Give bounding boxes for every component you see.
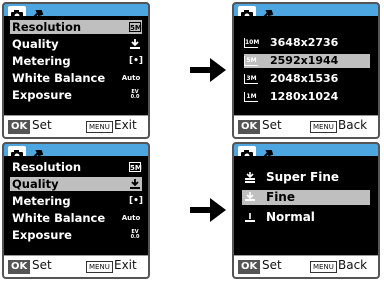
footer: OK Set MENU Back bbox=[234, 115, 378, 137]
tab-bar bbox=[4, 4, 148, 20]
resolution-value: 3648x2736 bbox=[270, 36, 339, 49]
ok-button[interactable]: OK bbox=[8, 260, 31, 274]
screen-menu-quality: Resolution 5M Quality Metering [•] White… bbox=[2, 142, 150, 279]
back-label: Back bbox=[338, 258, 368, 272]
menu-item-quality[interactable]: Quality bbox=[10, 37, 142, 51]
menu-item-exposure[interactable]: Exposure EV 0.0 bbox=[10, 228, 142, 242]
exposure-icon: EV 0.0 bbox=[130, 89, 140, 100]
ok-button[interactable]: OK bbox=[238, 260, 261, 274]
menu-item-label: Quality bbox=[12, 177, 59, 191]
resolution-badge-icon: 3M bbox=[244, 74, 258, 84]
ok-button[interactable]: OK bbox=[8, 120, 31, 134]
menu-item-white-balance[interactable]: White Balance Auto bbox=[10, 211, 142, 225]
menu-item-white-balance[interactable]: White Balance Auto bbox=[10, 71, 142, 85]
menu-item-exposure[interactable]: Exposure EV 0.0 bbox=[10, 88, 142, 102]
quality-icon bbox=[129, 179, 141, 189]
ok-button[interactable]: OK bbox=[238, 120, 261, 134]
resolution-option[interactable]: 1M 1280x1024 bbox=[244, 90, 370, 104]
menu-item-label: Exposure bbox=[12, 88, 72, 102]
quality-list: Super Fine Fine Normal bbox=[236, 156, 376, 255]
metering-icon: [•] bbox=[129, 56, 143, 66]
menu-button[interactable]: MENU bbox=[86, 121, 113, 133]
metering-icon: [•] bbox=[129, 196, 143, 206]
arrow-right-icon bbox=[190, 198, 226, 222]
footer: OK Set MENU Back bbox=[234, 255, 378, 277]
exit-label: Exit bbox=[114, 258, 137, 272]
resolution-list: 10M 3648x2736 5M 2592x1944 3M 2048x1536 … bbox=[236, 16, 376, 115]
footer: OK Set MENU Exit bbox=[4, 255, 148, 277]
arrow-right-icon bbox=[190, 58, 226, 82]
resolution-badge-icon: 10M bbox=[244, 38, 260, 48]
quality-value: Fine bbox=[266, 190, 295, 204]
menu-item-resolution[interactable]: Resolution 5M bbox=[10, 160, 142, 174]
menu-item-label: Metering bbox=[12, 54, 71, 68]
back-label: Back bbox=[338, 118, 368, 132]
screen-resolution-options: 10M 3648x2736 5M 2592x1944 3M 2048x1536 … bbox=[232, 2, 380, 139]
menu-item-resolution[interactable]: Resolution 5M bbox=[10, 20, 142, 34]
menu-item-quality[interactable]: Quality bbox=[10, 177, 142, 191]
quality-option-selected[interactable]: Fine bbox=[242, 190, 370, 205]
menu-item-label: White Balance bbox=[12, 211, 106, 225]
set-label: Set bbox=[32, 118, 52, 132]
set-label: Set bbox=[262, 258, 282, 272]
menu-item-label: Exposure bbox=[12, 228, 72, 242]
menu-button[interactable]: MENU bbox=[310, 121, 337, 133]
white-balance-icon: Auto bbox=[121, 214, 141, 222]
menu-item-label: Resolution bbox=[12, 20, 82, 34]
menu-button[interactable]: MENU bbox=[86, 261, 113, 273]
menu-item-label: Metering bbox=[12, 194, 71, 208]
normal-icon bbox=[244, 212, 256, 223]
quality-value: Super Fine bbox=[266, 170, 340, 184]
resolution-badge-icon: 5M bbox=[244, 56, 258, 66]
quality-icon bbox=[129, 39, 141, 49]
quality-value: Normal bbox=[266, 210, 315, 224]
menu-item-label: Resolution bbox=[12, 160, 82, 174]
menu-list: Resolution 5M Quality Metering [•] White… bbox=[6, 16, 146, 115]
quality-option[interactable]: Super Fine bbox=[242, 170, 370, 185]
set-label: Set bbox=[262, 118, 282, 132]
fine-icon bbox=[244, 192, 256, 203]
exit-label: Exit bbox=[114, 118, 137, 132]
menu-item-label: White Balance bbox=[12, 71, 106, 85]
screen-menu-resolution: Resolution 5M Quality Metering [•] White… bbox=[2, 2, 150, 139]
resolution-value: 2592x1944 bbox=[270, 54, 339, 67]
resolution-value: 2048x1536 bbox=[270, 72, 339, 85]
tab-bar bbox=[234, 144, 378, 160]
tab-bar bbox=[234, 4, 378, 20]
resolution-badge-icon: 1M bbox=[244, 92, 258, 102]
white-balance-icon: Auto bbox=[121, 74, 141, 82]
resolution-value: 1280x1024 bbox=[270, 90, 339, 103]
resolution-option[interactable]: 3M 2048x1536 bbox=[244, 72, 370, 86]
resolution-option[interactable]: 10M 3648x2736 bbox=[244, 36, 370, 50]
menu-item-label: Quality bbox=[12, 37, 59, 51]
set-label: Set bbox=[32, 258, 52, 272]
footer: OK Set MENU Exit bbox=[4, 115, 148, 137]
menu-button[interactable]: MENU bbox=[310, 261, 337, 273]
menu-item-metering[interactable]: Metering [•] bbox=[10, 54, 143, 68]
tab-bar bbox=[4, 144, 148, 160]
menu-list: Resolution 5M Quality Metering [•] White… bbox=[6, 156, 146, 255]
screen-quality-options: Super Fine Fine Normal OK Set MENU Back bbox=[232, 142, 380, 279]
quality-option[interactable]: Normal bbox=[242, 210, 370, 225]
exposure-icon: EV 0.0 bbox=[130, 229, 140, 240]
resolution-option-selected[interactable]: 5M 2592x1944 bbox=[244, 54, 370, 68]
resolution-icon: 5M bbox=[129, 22, 142, 32]
menu-item-metering[interactable]: Metering [•] bbox=[10, 194, 143, 208]
resolution-icon: 5M bbox=[129, 162, 142, 172]
super-fine-icon bbox=[244, 172, 256, 183]
